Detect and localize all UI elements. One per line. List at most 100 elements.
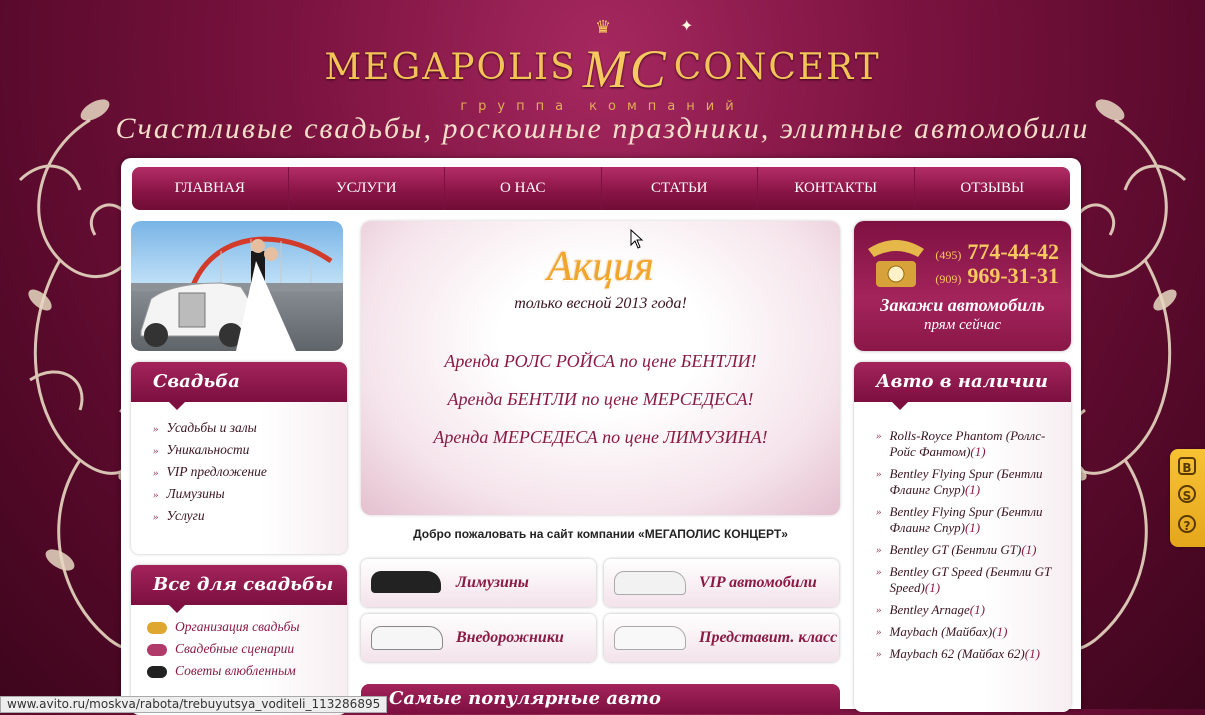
- bullet-icon: »: [153, 467, 159, 479]
- menu-link[interactable]: Свадебные сценарии: [175, 641, 294, 656]
- logo-text-right: CONCERT: [673, 47, 881, 88]
- nav-articles[interactable]: СТАТЬИ: [602, 167, 758, 210]
- list-item[interactable]: » Усадьбы и залы: [153, 420, 347, 436]
- category-executive[interactable]: Представит. класс: [604, 614, 839, 662]
- help-icon[interactable]: ?: [1178, 515, 1196, 533]
- list-item[interactable]: » Лимузины: [153, 486, 347, 502]
- nav-home[interactable]: ГЛАВНАЯ: [132, 167, 289, 210]
- car-link[interactable]: Bentley Arnage: [890, 602, 970, 617]
- main-nav: ГЛАВНАЯ УСЛУГИ О НАС СТАТЬИ КОНТАКТЫ ОТЗ…: [132, 167, 1070, 210]
- list-item[interactable]: » Rolls-Royce Phantom (Роллс-Ройс Фантом)…: [876, 428, 1071, 460]
- hero-photo: [131, 221, 343, 351]
- tagline: Счастливые свадьбы, роскошные праздники,…: [115, 112, 1090, 145]
- bullet-icon: »: [153, 423, 159, 435]
- car-count: (1): [964, 482, 981, 497]
- car-link[interactable]: Maybach 62 (Майбах 62): [890, 646, 1025, 661]
- wedding-menu-title: Свадьба: [131, 362, 347, 410]
- logo-text-left: MEGAPOLIS: [324, 47, 577, 88]
- phone-digits: 774-44-42: [967, 239, 1059, 264]
- all-wedding-menu: Все для свадьбы Организация свадьбы Свад…: [131, 565, 347, 715]
- list-item[interactable]: » Bentley Flying Spur (Бентли Флаинг Спур…: [876, 466, 1071, 498]
- skype-icon[interactable]: S: [1178, 485, 1196, 503]
- mouse-cursor-icon: [630, 229, 644, 249]
- list-item[interactable]: Советы влюбленным: [147, 663, 347, 679]
- wedding-menu: Свадьба » Усадьбы и залы » Уникальности » V…: [131, 362, 347, 554]
- menu-link[interactable]: Советы влюбленным: [175, 663, 296, 678]
- bookmark-b-icon[interactable]: B: [1178, 457, 1196, 475]
- car-link[interactable]: Rolls-Royce Phantom (Роллс-Ройс Фантом): [890, 428, 1046, 459]
- category-limousines[interactable]: Лимузины: [361, 559, 596, 607]
- bullet-icon: »: [876, 604, 882, 616]
- all-wedding-menu-title: Все для свадьбы: [131, 565, 347, 613]
- car-count: (1): [1024, 646, 1040, 661]
- bullet-icon: »: [876, 566, 882, 578]
- limousine-icon: [371, 571, 441, 593]
- list-item[interactable]: » VIP предложение: [153, 464, 347, 480]
- wedding-car-illustration: [131, 236, 343, 351]
- list-item[interactable]: » Maybach (Майбах)(1): [876, 624, 1071, 640]
- menu-link[interactable]: Организация свадьбы: [175, 619, 300, 634]
- car-link[interactable]: Bentley GT (Бентли GT): [890, 542, 1022, 557]
- list-item[interactable]: » Bentley GT Speed (Бентли GT Speed)(1): [876, 564, 1071, 596]
- phone-box[interactable]: (495) 774-44-42 (909) 969-31-31 Закажи авт…: [854, 221, 1071, 351]
- list-item[interactable]: Организация свадьбы: [147, 619, 347, 635]
- phone-number-2[interactable]: (909) 969-31-31: [935, 263, 1059, 289]
- vip-car-icon: [614, 571, 686, 595]
- welcome-text: Добро пожаловать на сайт компании «МЕГАП…: [413, 527, 788, 541]
- status-bar-url: www.avito.ru/moskva/rabota/trebuyutsya_v…: [0, 696, 388, 713]
- logo[interactable]: MEGAPOLIS MC CONCERT: [0, 38, 1205, 100]
- nav-reviews[interactable]: ОТЗЫВЫ: [915, 167, 1071, 210]
- phone-code: (909): [935, 272, 962, 286]
- menu-link[interactable]: Уникальности: [167, 442, 250, 457]
- order-cta[interactable]: Закажи автомобиль: [854, 295, 1071, 316]
- popular-cars-title: Самые популярные авто: [361, 684, 840, 714]
- car-count: (1): [969, 602, 985, 617]
- nav-services[interactable]: УСЛУГИ: [289, 167, 445, 210]
- available-cars-menu: Авто в наличии » Rolls-Royce Phantom (Рол…: [854, 362, 1071, 712]
- promo-line: Аренда МЕРСЕДЕСА по цене ЛИМУЗИНА!: [433, 427, 768, 447]
- bullet-icon: »: [876, 626, 882, 638]
- list-item[interactable]: » Уникальности: [153, 442, 347, 458]
- list-item[interactable]: Свадебные сценарии: [147, 641, 347, 657]
- category-suv[interactable]: Внедорожники: [361, 614, 596, 662]
- bullet-icon: »: [153, 445, 159, 457]
- suv-icon: [371, 626, 443, 650]
- phone-digits: 969-31-31: [967, 263, 1059, 288]
- list-item[interactable]: » Bentley Flying Spur (Бентли Флаинг Спур…: [876, 504, 1071, 536]
- promo-banner[interactable]: Акция только весной 2013 года! Аренда РО…: [361, 221, 840, 515]
- bullet-icon: »: [876, 544, 882, 556]
- scenario-icon: [147, 643, 167, 656]
- car-count: (1): [1021, 542, 1037, 557]
- bullet-icon: »: [876, 430, 882, 442]
- phone-number-1[interactable]: (495) 774-44-42: [935, 239, 1059, 265]
- bullet-icon: »: [876, 506, 882, 518]
- nav-about[interactable]: О НАС: [445, 167, 602, 210]
- sparkle-icon: ✦: [680, 16, 694, 35]
- car-count: (1): [992, 624, 1008, 639]
- menu-link[interactable]: Усадьбы и залы: [167, 420, 257, 435]
- menu-link[interactable]: Услуги: [167, 508, 205, 523]
- nav-contacts[interactable]: КОНТАКТЫ: [758, 167, 915, 210]
- list-item[interactable]: » Bentley Arnage(1): [876, 602, 1071, 618]
- list-item[interactable]: » Услуги: [153, 508, 347, 524]
- side-toolbar: B S ?: [1170, 449, 1205, 547]
- list-item[interactable]: » Bentley GT (Бентли GT)(1): [876, 542, 1071, 558]
- car-count: (1): [964, 520, 981, 535]
- car-link[interactable]: Bentley GT Speed (Бентли GT Speed): [890, 564, 1052, 595]
- telephone-icon: [868, 240, 924, 287]
- promo-line: Аренда РОЛС РОЙСА по цене БЕНТЛИ!: [444, 351, 757, 371]
- menu-link[interactable]: Лимузины: [167, 486, 225, 501]
- category-label: VIP автомобили: [699, 574, 817, 591]
- menu-link[interactable]: VIP предложение: [167, 464, 267, 479]
- car-link[interactable]: Maybach (Майбах): [890, 624, 993, 639]
- bullet-icon: »: [876, 468, 882, 480]
- category-vip[interactable]: VIP автомобили: [604, 559, 839, 607]
- phone-code: (495): [935, 248, 962, 262]
- bullet-icon: »: [876, 648, 882, 660]
- bowtie-icon: [147, 665, 167, 678]
- list-item[interactable]: » Maybach 62 (Майбах 62)(1): [876, 646, 1071, 662]
- order-cta-sub: прям сейчас: [923, 317, 1002, 333]
- available-cars-title: Авто в наличии: [854, 362, 1071, 410]
- category-label: Внедорожники: [456, 629, 564, 646]
- category-label: Представит. класс: [699, 629, 838, 646]
